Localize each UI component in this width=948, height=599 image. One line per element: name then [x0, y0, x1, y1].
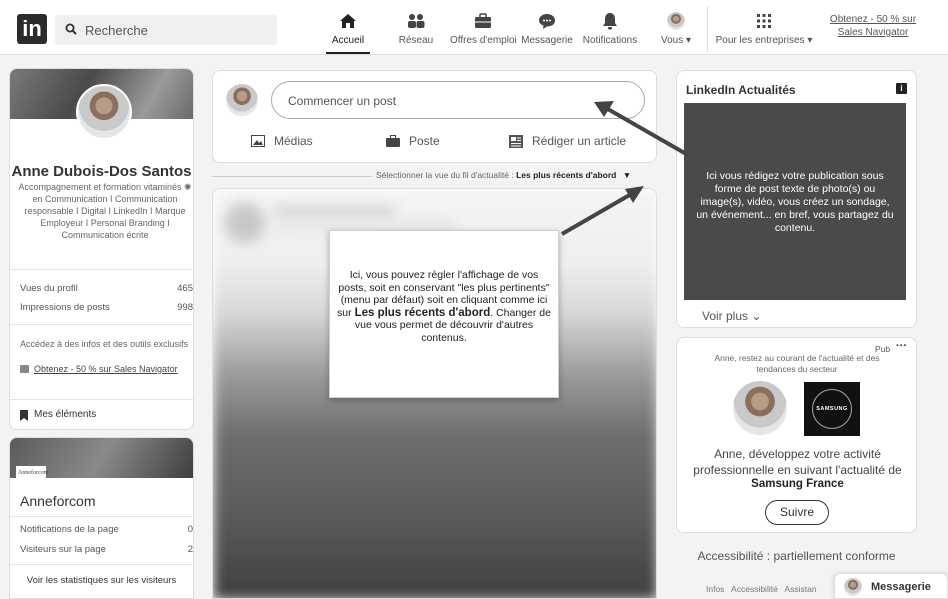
annotation-arrows — [560, 101, 689, 236]
arrow-to-composer — [594, 101, 689, 157]
arrow-to-feed-sort — [560, 186, 644, 236]
